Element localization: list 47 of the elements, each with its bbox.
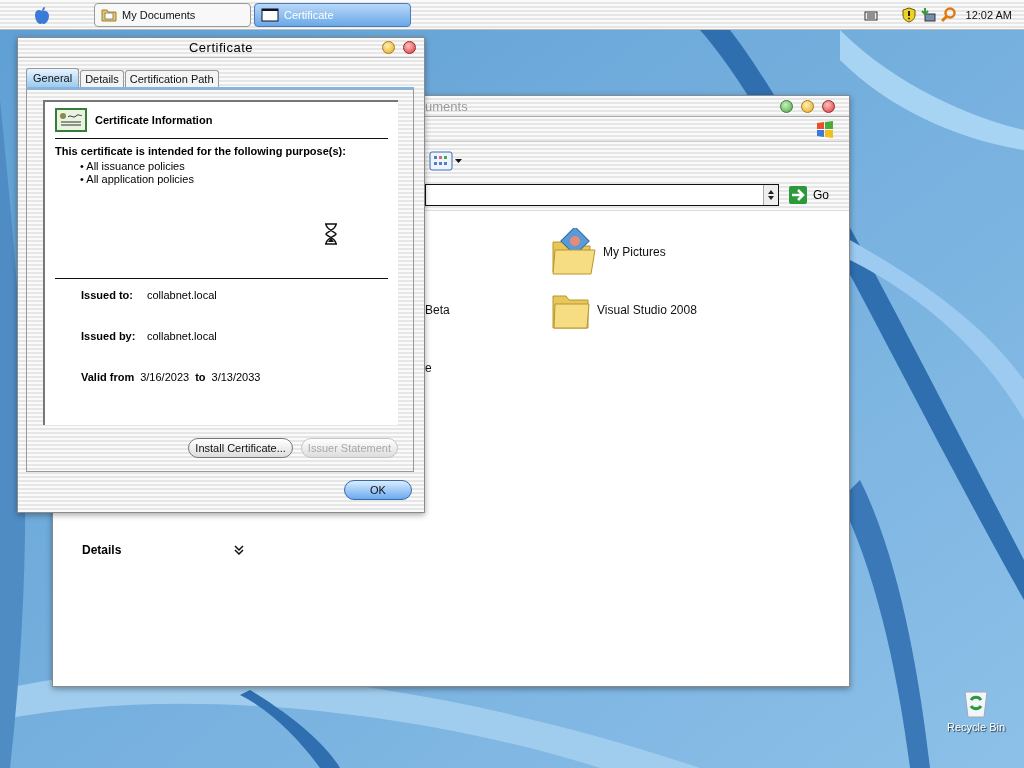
minimize-button[interactable] [801,99,814,113]
network-icon[interactable] [919,6,936,23]
certificate-icon [55,108,87,132]
spinner-arrows-icon[interactable] [768,189,774,201]
close-button[interactable] [403,41,416,54]
field-value: 3/13/2033 [211,371,261,383]
field-value: collabnet.local [147,289,217,301]
hourglass-icon [324,223,338,245]
purpose-item: • All issuance policies [80,160,186,173]
apple-icon[interactable] [34,5,50,24]
recycle-bin-icon[interactable] [962,688,990,718]
view-menu-icon[interactable] [429,151,463,171]
picture-folder-icon [551,228,597,276]
window-title: uments [425,98,468,114]
field-value: collabnet.local [147,330,217,342]
ok-button[interactable]: OK [344,480,412,500]
tab[interactable]: Certification Path [124,70,219,87]
section-heading: Certificate Information [95,114,213,126]
go-button[interactable]: Go [789,186,829,204]
folder-label[interactable]: Visual Studio 2008 [597,303,697,317]
field-label: Issued to: [81,289,134,301]
address-field[interactable] [425,184,779,206]
folder-label[interactable]: My Pictures [603,245,666,259]
tab[interactable]: Details [80,70,124,87]
tab[interactable]: General [26,68,80,87]
minimize-button[interactable] [382,41,395,54]
field-label: to [195,371,206,383]
zoom-button[interactable] [780,99,793,113]
clock: 12:02 AM [965,8,1012,21]
field-label: Valid from [81,371,135,383]
dialog-button[interactable]: Install Certificate... [188,438,293,458]
window-title: Certificate [189,40,253,55]
field-label: Issued by: [81,330,137,342]
purpose-label: This certificate is intended for the following purpose(s): [55,145,347,157]
windows-flag-icon [815,120,835,138]
chevron-icon[interactable] [234,545,244,555]
folder-icon [101,7,117,22]
taskbar-button[interactable]: My Documents [94,2,251,27]
close-button[interactable] [822,99,835,113]
purpose-item: • All application policies [80,173,195,186]
arrow-icon [789,186,807,204]
file-label[interactable]: Beta [425,303,450,317]
window-icon [261,7,279,22]
details-heading: Details [82,543,122,557]
file-label[interactable]: e [425,361,432,375]
field-value: 3/16/2023 [140,371,190,383]
shield-icon[interactable] [901,6,916,23]
